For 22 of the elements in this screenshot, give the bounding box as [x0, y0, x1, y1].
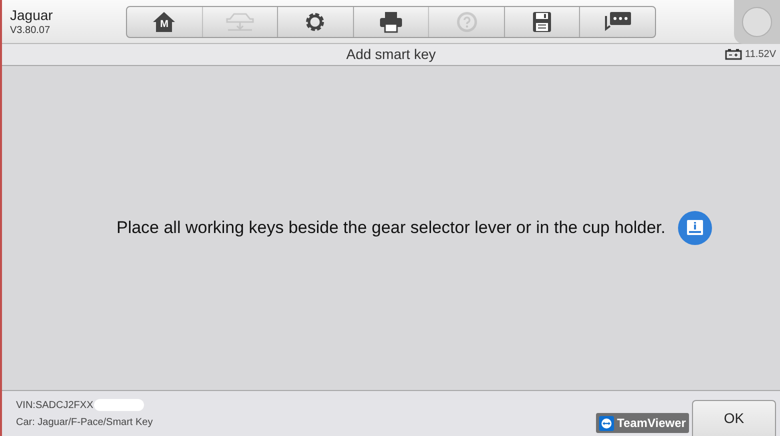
- instruction-message: Place all working keys beside the gear selector lever or in the cup holder.: [116, 217, 666, 240]
- house-icon: [152, 10, 176, 32]
- toolbar-button[interactable]: M: [127, 6, 202, 36]
- printer-icon: [379, 10, 404, 32]
- redaction-mark: [94, 399, 144, 411]
- home-letter: M: [160, 20, 168, 30]
- version-label: V3.80.07: [10, 24, 52, 36]
- page-title: Add smart key: [346, 45, 436, 64]
- vin-label: VIN:SADCJ2FXX: [16, 398, 94, 412]
- voltage-reading: 11.52V: [745, 48, 776, 62]
- chat-icon: [604, 10, 632, 32]
- car-lift-icon: [224, 12, 255, 32]
- settings-icon: [304, 10, 326, 32]
- help-icon: [456, 10, 478, 32]
- vehicle-path: Car: Jaguar/F-Pace/Smart Key: [16, 416, 153, 430]
- battery-icon: [725, 49, 742, 60]
- ok-button[interactable]: OK: [692, 400, 776, 436]
- teamviewer-icon: [599, 416, 614, 430]
- save-icon: [532, 10, 552, 32]
- teamviewer-label: TeamViewer: [617, 415, 686, 432]
- info-icon[interactable]: [678, 211, 712, 245]
- vehicle-make: Jaguar: [10, 6, 54, 24]
